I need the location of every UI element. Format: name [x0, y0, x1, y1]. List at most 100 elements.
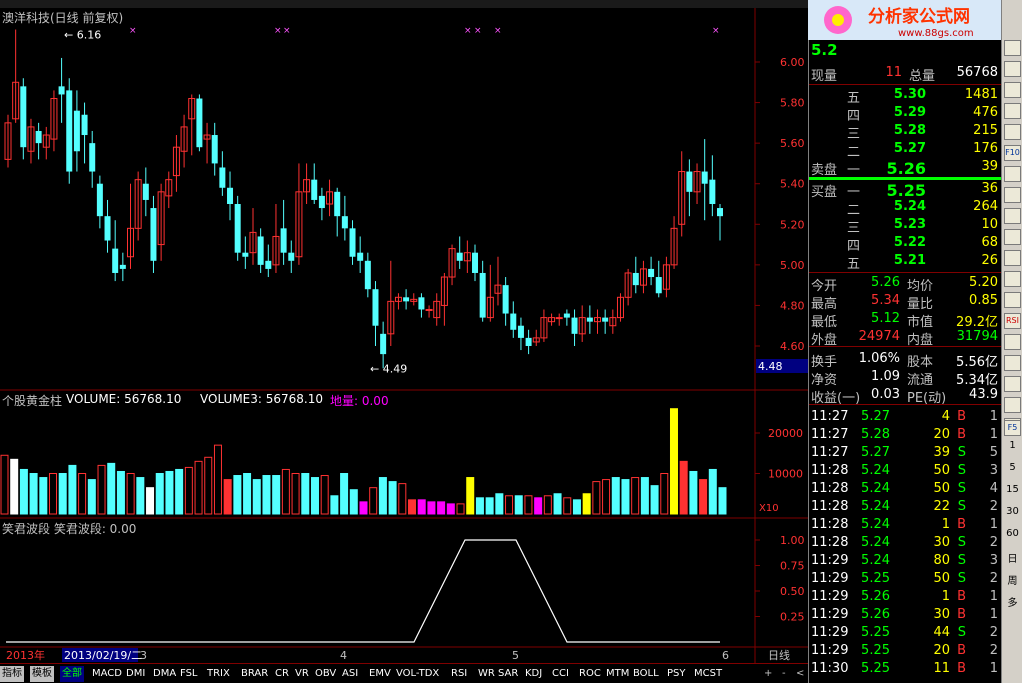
tick-row-cell: 2 — [989, 499, 998, 514]
wave-header: 笑君波段 笑君波段: 0.00 — [2, 522, 137, 536]
tick-row: 11:29 5.24 80 S 3 — [809, 552, 1002, 570]
signal-marker: × — [283, 26, 291, 36]
volume-bar — [631, 477, 640, 515]
tab-指标[interactable]: 指标 — [0, 666, 24, 682]
tick-row-cell: 80 — [933, 553, 950, 568]
period-button[interactable]: 60 — [1003, 528, 1022, 539]
tab-MTM[interactable]: MTM — [604, 666, 631, 682]
candle-body — [227, 187, 234, 204]
candlestick-chart[interactable]: 6.00 5.80 5.60 5.40 5.20 5.00 4.80 4.60 4.48 ← 6.… — [0, 0, 808, 663]
toolbar-button[interactable] — [1004, 61, 1021, 77]
candle-body — [119, 264, 126, 269]
f5-button[interactable]: F5 — [1004, 420, 1021, 436]
zoom-button[interactable]: + — [762, 666, 774, 682]
tab-EMV[interactable]: EMV — [367, 666, 393, 682]
ask-level-cell: 一 — [847, 163, 861, 178]
period-button[interactable]: 1 — [1003, 440, 1022, 451]
tick-row-cell: 30 — [933, 535, 950, 550]
toolbar-button[interactable] — [1004, 208, 1021, 224]
zoom-button[interactable]: < — [794, 666, 806, 682]
tick-row-cell: S — [957, 499, 966, 514]
candle-body — [502, 285, 509, 314]
candle-body — [280, 228, 287, 253]
period-button[interactable]: 周 — [1003, 572, 1022, 587]
toolbar-button[interactable] — [1004, 166, 1021, 182]
tab-CCI[interactable]: CCI — [550, 666, 571, 682]
tab-OBV[interactable]: OBV — [313, 666, 338, 682]
signal-marker: × — [129, 26, 137, 36]
tab-ASI[interactable]: ASI — [340, 666, 360, 682]
wave-tick-label: 0.25 — [780, 611, 805, 624]
stat-row-cell: 5.12 — [871, 311, 900, 326]
vol-indicator-name: 个股黄金柱 — [2, 394, 63, 408]
tick-row-cell: 11:28 — [811, 517, 849, 532]
tab-SAR[interactable]: SAR — [496, 666, 520, 682]
volume-bar — [543, 495, 552, 515]
tab-DMI[interactable]: DMI — [124, 666, 147, 682]
low-price-label: ← 4.49 — [370, 362, 407, 375]
toolbar-button[interactable] — [1004, 376, 1021, 392]
tick-row: 11:28 5.24 22 S 2 — [809, 498, 1002, 516]
toolbar-button[interactable] — [1004, 397, 1021, 413]
volume-bar — [524, 495, 533, 515]
volume-bar — [563, 497, 572, 515]
toolbar-button[interactable] — [1004, 187, 1021, 203]
volume-bar — [320, 475, 329, 515]
stat-row: 收益(一) 0.03 PE(动) 43.9 — [809, 386, 1002, 406]
candle-body — [364, 260, 371, 290]
volume-bar — [485, 497, 494, 515]
candle-body — [257, 236, 264, 265]
tab-BRAR[interactable]: BRAR — [239, 666, 270, 682]
zoom-button[interactable]: - — [780, 666, 788, 682]
toolbar-button[interactable] — [1004, 124, 1021, 140]
stat-row: 净资 1.09 流通 5.34亿 — [809, 368, 1002, 388]
tab-MCST[interactable]: MCST — [692, 666, 724, 682]
tab-WR[interactable]: WR — [476, 666, 497, 682]
tab-PSY[interactable]: PSY — [665, 666, 688, 682]
tab-模板[interactable]: 模板 — [30, 666, 54, 682]
candle-body — [701, 171, 708, 184]
tick-row: 11:27 5.27 4 B 1 — [809, 408, 1002, 426]
volume-bar — [58, 473, 67, 515]
tab-BOLL[interactable]: BOLL — [631, 666, 661, 682]
toolbar-button[interactable] — [1004, 355, 1021, 371]
candle-body — [571, 317, 578, 334]
candle-body — [81, 114, 88, 136]
toolbar-button[interactable] — [1004, 250, 1021, 266]
stat-row: 最低 5.12 市值 29.2亿 — [809, 310, 1002, 330]
signal-marker: × — [712, 26, 720, 36]
toolbar-button[interactable]: RSI — [1004, 313, 1021, 329]
tick-row-cell: 11:28 — [811, 481, 849, 496]
toolbar-button[interactable] — [1004, 292, 1021, 308]
tab-RSI[interactable]: RSI — [449, 666, 469, 682]
tick-row-cell: 5.26 — [861, 607, 890, 622]
tab-FSL[interactable]: FSL — [178, 666, 200, 682]
toolbar-button[interactable]: F10 — [1004, 145, 1021, 161]
volume-bar — [184, 466, 193, 515]
toolbar-button[interactable] — [1004, 103, 1021, 119]
tick-row-cell: S — [957, 463, 966, 478]
toolbar-button[interactable] — [1004, 229, 1021, 245]
tab-MACD[interactable]: MACD — [90, 666, 124, 682]
toolbar-button[interactable] — [1004, 82, 1021, 98]
tab-CR[interactable]: CR — [273, 666, 291, 682]
tick-row-cell: 1 — [941, 517, 950, 532]
period-button[interactable]: 日 — [1003, 550, 1022, 565]
tab-KDJ[interactable]: KDJ — [523, 666, 544, 682]
tab-DMA[interactable]: DMA — [151, 666, 178, 682]
x-axis-label: 4 — [340, 649, 347, 662]
period-button[interactable]: 多 — [1003, 594, 1022, 609]
logo-url: www.88gs.com — [898, 28, 974, 39]
tab-全部[interactable]: 全部 — [60, 666, 84, 682]
tab-TRIX[interactable]: TRIX — [205, 666, 232, 682]
period-button[interactable]: 15 — [1003, 484, 1022, 495]
period-button[interactable]: 5 — [1003, 462, 1022, 473]
tab-VOL-TDX[interactable]: VOL-TDX — [394, 666, 441, 682]
toolbar-button[interactable] — [1004, 271, 1021, 287]
tab-ROC[interactable]: ROC — [577, 666, 603, 682]
toolbar-button[interactable] — [1004, 334, 1021, 350]
toolbar-button[interactable] — [1004, 40, 1021, 56]
tab-VR[interactable]: VR — [293, 666, 311, 682]
period-button[interactable]: 30 — [1003, 506, 1022, 517]
candle-body — [709, 179, 716, 204]
